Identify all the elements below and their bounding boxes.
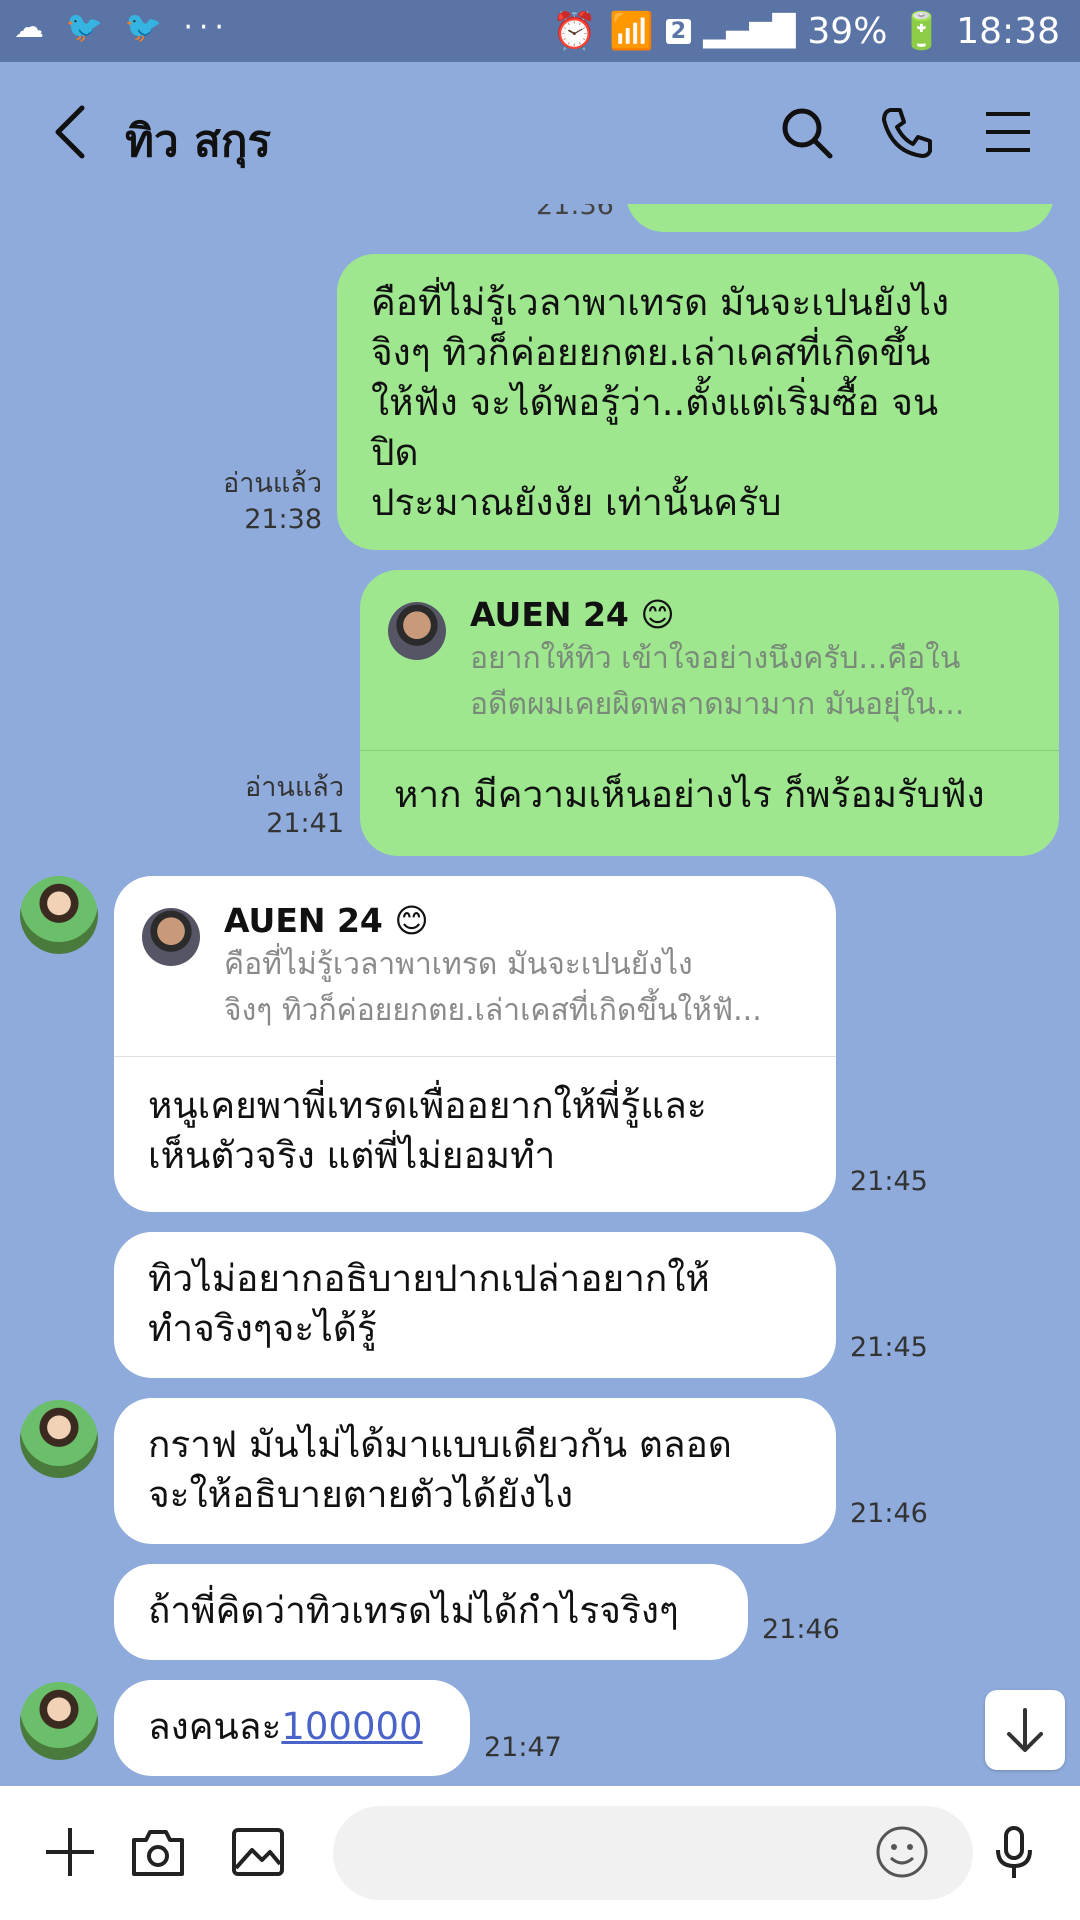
- quoted-avatar: [388, 602, 446, 660]
- message-text: ถ้าพี่คิดว่าทิวเทรดไม่ได้กำไรจริงๆ: [148, 1589, 679, 1632]
- chat-area[interactable]: 21:36 อ่านแล้ว 21:38 คือที่ไม่รู้เวลาพาเ…: [0, 204, 1080, 1786]
- bird-icon: 🐦: [124, 10, 168, 45]
- plus-icon[interactable]: [40, 1822, 100, 1882]
- more-icon: ···: [183, 10, 230, 45]
- quoted-message[interactable]: AUEN 24 😊 อยากให้ทิว เข้าใจอย่างนึงครับ.…: [360, 570, 1059, 751]
- message-line: จิงๆ ทิวก็ค่อยยกตย.เล่าเคสที่เกิดขึ้น: [371, 331, 931, 374]
- phone-number-link[interactable]: 100000: [281, 1705, 422, 1748]
- reply-message-bubble-incoming[interactable]: AUEN 24 😊 คือที่ไม่รู้เวลาพาเทรด มันจะเป…: [114, 876, 836, 1212]
- message-time: 21:36: [536, 204, 614, 221]
- call-icon[interactable]: [878, 104, 934, 160]
- emoji-icon[interactable]: [872, 1822, 932, 1882]
- message-text: หนูเคยพาพี่เทรดเพื่ออยากให้พี่รู้และ เห็…: [148, 1081, 818, 1181]
- message-text: ทิวไม่อยากอธิบายปากเปล่าอยากให้ ทำจริงๆจ…: [148, 1254, 818, 1354]
- message-bubble-incoming[interactable]: ถ้าพี่คิดว่าทิวเทรดไม่ได้กำไรจริงๆ: [114, 1564, 748, 1660]
- camera-icon[interactable]: [128, 1822, 188, 1882]
- message-bubble-incoming[interactable]: ลงคนละ100000: [114, 1680, 470, 1776]
- read-receipt: อ่านแล้ว: [223, 468, 322, 499]
- message-time: 21:45: [850, 1166, 928, 1197]
- message-bubble-outgoing[interactable]: คือที่ไม่รู้เวลาพาเทรด มันจะเปนยังไง จิง…: [337, 254, 1059, 550]
- quoted-line: อยากให้ทิว เข้าใจอย่างนึงครับ...คือใน: [470, 641, 961, 676]
- message-time: 21:45: [850, 1332, 928, 1363]
- message-text: หาก มีความเห็นอย่างไร ก็พร้อมรับฟัง: [394, 773, 985, 816]
- message-meta: อ่านแล้ว 21:41: [220, 770, 344, 842]
- contact-name: ทิว สกุร: [125, 116, 272, 167]
- scroll-to-bottom-button[interactable]: [985, 1690, 1065, 1770]
- quoted-sender-name: AUEN 24 😊: [224, 901, 429, 940]
- image-icon[interactable]: [228, 1822, 288, 1882]
- message-input-bar: [0, 1786, 1080, 1920]
- notification-icons: ☁ 🐦 🐦 ···: [14, 10, 230, 45]
- message-line: หนูเคยพาพี่เทรดเพื่ออยากให้พี่รู้และ: [148, 1084, 707, 1127]
- sim-slot-badge: 2: [665, 18, 692, 44]
- quoted-message[interactable]: AUEN 24 😊 คือที่ไม่รู้เวลาพาเทรด มันจะเป…: [114, 876, 836, 1057]
- message-text: กราฟ มันไม่ได้มาแบบเดียวกัน ตลอด จะให้อธ…: [148, 1420, 818, 1520]
- search-icon[interactable]: [778, 104, 834, 160]
- contact-avatar[interactable]: [20, 876, 98, 954]
- message-time: 21:46: [850, 1498, 928, 1529]
- message-meta: อ่านแล้ว 21:38: [200, 466, 322, 538]
- clock: 18:38: [956, 10, 1060, 52]
- battery-icon: 🔋: [899, 11, 945, 52]
- message-line: จะให้อธิบายตายตัวได้ยังไง: [148, 1473, 574, 1516]
- quoted-line: อดีตผมเคยผิดพลาดมามาก มันอยุ่ใน...: [470, 687, 965, 722]
- message-time: 21:41: [266, 808, 344, 839]
- quoted-sender-name: AUEN 24 😊: [470, 595, 675, 634]
- message-bubble-incoming[interactable]: กราฟ มันไม่ได้มาแบบเดียวกัน ตลอด จะให้อธ…: [114, 1398, 836, 1544]
- message-bubble-partial[interactable]: [626, 204, 1054, 232]
- message-text-prefix: ลงคนละ: [148, 1705, 282, 1748]
- message-time: 21:47: [484, 1732, 562, 1763]
- message-line: คือที่ไม่รู้เวลาพาเทรด มันจะเปนยังไง: [371, 281, 950, 324]
- alarm-icon: ⏰: [552, 11, 597, 52]
- message-line: ให้ฟัง จะได้พอรู้ว่า..ตั้งแต่เริ่มซื้อ จ…: [371, 381, 939, 424]
- contact-avatar[interactable]: [20, 1400, 98, 1478]
- quoted-text: อยากให้ทิว เข้าใจอย่างนึงครับ...คือใน อด…: [470, 636, 1030, 728]
- quoted-line: คือที่ไม่รู้เวลาพาเทรด มันจะเปนยังไง: [224, 947, 693, 982]
- message-line: เห็นตัวจริง แต่พี่ไม่ยอมทำ: [148, 1134, 556, 1177]
- contact-avatar[interactable]: [20, 1682, 98, 1760]
- message-time: 21:38: [244, 504, 322, 535]
- message-line: ทำจริงๆจะได้รู้: [148, 1307, 377, 1350]
- arrow-down-icon: [1007, 1708, 1043, 1752]
- reply-message-bubble-outgoing[interactable]: AUEN 24 😊 อยากให้ทิว เข้าใจอย่างนึงครับ.…: [360, 570, 1059, 856]
- status-bar: ☁ 🐦 🐦 ··· ⏰ 📶 2 ▂▄▆█ 39% 🔋 18:38: [0, 0, 1080, 62]
- message-text: คือที่ไม่รู้เวลาพาเทรด มันจะเปนยังไง จิง…: [371, 278, 1041, 528]
- quoted-text: คือที่ไม่รู้เวลาพาเทรด มันจะเปนยังไง จิง…: [224, 942, 784, 1034]
- message-line: ทิวไม่อยากอธิบายปากเปล่าอยากให้: [148, 1257, 710, 1300]
- quoted-avatar: [142, 908, 200, 966]
- signal-icon: ▂▄▆█: [703, 13, 796, 49]
- read-receipt: อ่านแล้ว: [245, 772, 344, 803]
- chat-header: ทิว สกุร: [0, 62, 1080, 204]
- battery-percent: 39%: [807, 10, 888, 52]
- message-text: ลงคนละ100000: [148, 1702, 423, 1752]
- message-line: ประมาณยังงัย เท่านั้นครับ: [371, 481, 782, 524]
- back-icon[interactable]: [50, 102, 90, 162]
- message-time: 21:46: [762, 1614, 840, 1645]
- message-line: กราฟ มันไม่ได้มาแบบเดียวกัน ตลอด: [148, 1423, 732, 1466]
- bird-icon: 🐦: [65, 10, 109, 45]
- quoted-line: จิงๆ ทิวก็ค่อยยกตย.เล่าเคสที่เกิดขึ้นให้…: [224, 993, 762, 1028]
- message-bubble-incoming[interactable]: ทิวไม่อยากอธิบายปากเปล่าอยากให้ ทำจริงๆจ…: [114, 1232, 836, 1378]
- message-line: ปิด: [371, 431, 419, 474]
- mic-icon[interactable]: [984, 1822, 1044, 1882]
- menu-icon[interactable]: [980, 104, 1036, 160]
- cloud-icon: ☁: [14, 10, 50, 45]
- wifi-icon: 📶: [608, 11, 654, 52]
